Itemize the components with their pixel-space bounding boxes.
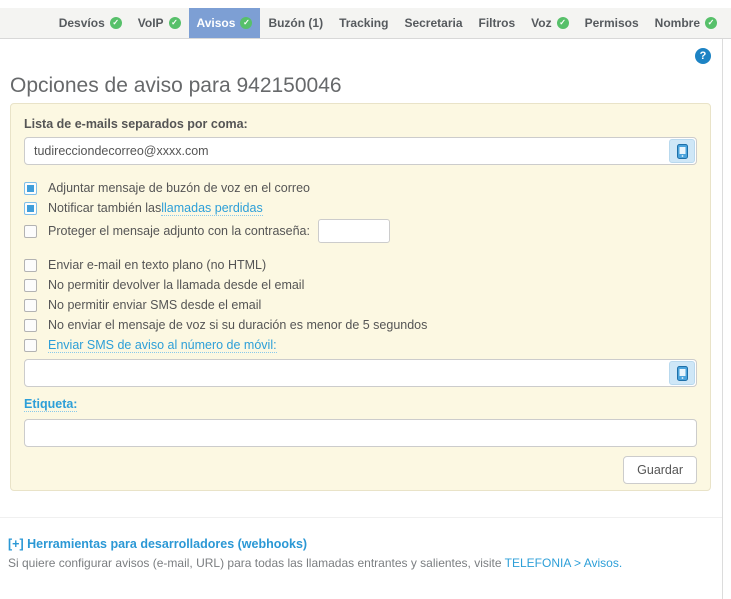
checkbox-label: No permitir enviar SMS desde el email: [48, 298, 261, 312]
checkbox-label: Enviar e-mail en texto plano (no HTML): [48, 258, 266, 272]
check-circle-icon: ✓: [110, 17, 122, 29]
etiqueta-link-label[interactable]: Etiqueta:: [24, 397, 77, 412]
help-icon[interactable]: ?: [695, 48, 711, 64]
tab-desvios[interactable]: Desvíos ✓: [51, 8, 130, 38]
tab-buzon[interactable]: Buzón (1): [260, 8, 331, 38]
checkbox[interactable]: [24, 339, 37, 352]
sms-input-group: [24, 359, 697, 387]
tab-filtros[interactable]: Filtros: [471, 8, 524, 38]
tab-label: Avisos: [197, 16, 236, 30]
tab-avisos[interactable]: Avisos ✓: [189, 8, 261, 38]
checkbox[interactable]: [24, 259, 37, 272]
save-row: Guardar: [24, 456, 697, 484]
checkbox-label: No permitir devolver la llamada desde el…: [48, 278, 304, 292]
checkbox[interactable]: [24, 182, 37, 195]
checkbox[interactable]: [24, 299, 37, 312]
webhooks-link[interactable]: [+] Herramientas para desarrolladores (w…: [8, 537, 722, 551]
checkbox-row-no-sms-from-email: No permitir enviar SMS desde el email: [24, 295, 697, 315]
checkbox-label: Notificar también las: [48, 201, 161, 215]
checkbox-label: Adjuntar mensaje de buzón de voz en el c…: [48, 181, 310, 195]
checkbox-row-missed-calls: Notificar también las llamadas perdidas: [24, 198, 697, 218]
tab-label: Tracking: [339, 16, 388, 30]
phone-addon-button[interactable]: [669, 361, 695, 385]
check-circle-icon: ✓: [240, 17, 252, 29]
mobile-phone-icon: [677, 144, 688, 159]
tab-permisos[interactable]: Permisos: [577, 8, 647, 38]
footer-note: Si quiere configurar avisos (e-mail, URL…: [8, 556, 722, 570]
checkbox[interactable]: [24, 202, 37, 215]
email-list-label: Lista de e-mails separados por coma:: [24, 117, 697, 131]
footer-note-text: Si quiere configurar avisos (e-mail, URL…: [8, 556, 505, 570]
checkbox[interactable]: [24, 225, 37, 238]
checkbox-group-1: Adjuntar mensaje de buzón de voz en el c…: [24, 178, 697, 244]
page-title: Opciones de aviso para 942150046: [10, 74, 342, 98]
tab-label: Filtros: [479, 16, 516, 30]
tab-voz[interactable]: Voz ✓: [523, 8, 576, 38]
sms-aviso-link[interactable]: Enviar SMS de aviso al número de móvil:: [48, 338, 277, 353]
tab-label: Buzón (1): [268, 16, 323, 30]
sms-number-input[interactable]: [24, 359, 697, 387]
checkbox[interactable]: [24, 279, 37, 292]
checkbox-row-no-callback: No permitir devolver la llamada desde el…: [24, 275, 697, 295]
tab-label: Secretaria: [404, 16, 462, 30]
tab-tracking[interactable]: Tracking: [331, 8, 396, 38]
checkbox-row-plain-text: Enviar e-mail en texto plano (no HTML): [24, 255, 697, 275]
tab-label: Permisos: [585, 16, 639, 30]
tab-voip[interactable]: VoIP ✓: [130, 8, 189, 38]
content-right-border: [722, 39, 723, 599]
missed-calls-link[interactable]: llamadas perdidas: [161, 201, 262, 216]
telefonia-avisos-link[interactable]: TELEFONIA > Avisos.: [505, 556, 623, 570]
checkbox-label: No enviar el mensaje de voz si su duraci…: [48, 318, 427, 332]
aviso-options-panel: Lista de e-mails separados por coma: Adj…: [10, 103, 711, 491]
save-button[interactable]: Guardar: [623, 456, 697, 484]
tab-bar: Desvíos ✓ VoIP ✓ Avisos ✓ Buzón (1) Trac…: [0, 8, 731, 39]
etiqueta-input[interactable]: [24, 419, 697, 447]
check-circle-icon: ✓: [557, 17, 569, 29]
checkbox-row-min-duration: No enviar el mensaje de voz si su duraci…: [24, 315, 697, 335]
tab-label: Voz: [531, 16, 551, 30]
checkbox-label: Proteger el mensaje adjunto con la contr…: [48, 224, 310, 238]
checkbox-group-2: Enviar e-mail en texto plano (no HTML) N…: [24, 255, 697, 355]
etiqueta-input-group: [24, 419, 697, 447]
tab-label: Desvíos: [59, 16, 105, 30]
tab-nombre[interactable]: Nombre ✓: [647, 8, 725, 38]
check-circle-icon: ✓: [169, 17, 181, 29]
mobile-phone-icon: [677, 366, 688, 381]
email-input-group: [24, 137, 697, 165]
checkbox-row-attach-voicemail: Adjuntar mensaje de buzón de voz en el c…: [24, 178, 697, 198]
tab-label: Nombre: [655, 16, 700, 30]
checkbox-row-password: Proteger el mensaje adjunto con la contr…: [24, 218, 697, 244]
password-input[interactable]: [318, 219, 390, 243]
footer: [+] Herramientas para desarrolladores (w…: [0, 517, 722, 570]
email-list-input[interactable]: [24, 137, 697, 165]
checkbox[interactable]: [24, 319, 37, 332]
check-circle-icon: ✓: [705, 17, 717, 29]
checkbox-row-sms-aviso: Enviar SMS de aviso al número de móvil:: [24, 335, 697, 355]
contacts-addon-button[interactable]: [669, 139, 695, 163]
tab-label: VoIP: [138, 16, 164, 30]
tab-secretaria[interactable]: Secretaria: [396, 8, 470, 38]
